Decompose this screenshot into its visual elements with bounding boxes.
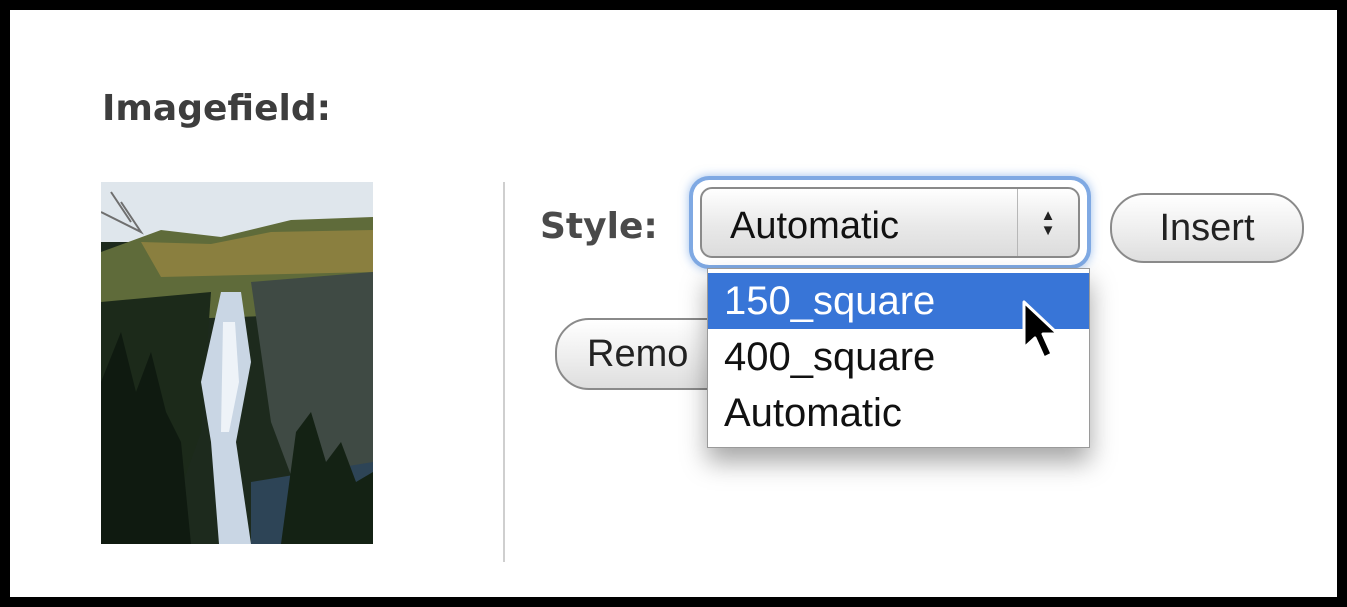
style-label: Style: <box>540 206 658 247</box>
style-select[interactable]: Automatic ▲ ▼ <box>700 187 1080 258</box>
column-divider <box>503 182 505 562</box>
mouse-pointer-icon <box>1020 300 1062 366</box>
imagefield-label: Imagefield: <box>102 88 331 129</box>
dropdown-option-automatic[interactable]: Automatic <box>708 385 1089 441</box>
style-select-value: Automatic <box>730 205 899 247</box>
up-down-arrows-icon: ▲ ▼ <box>1017 189 1078 256</box>
insert-button[interactable]: Insert <box>1110 193 1304 263</box>
image-thumbnail[interactable] <box>101 182 373 544</box>
